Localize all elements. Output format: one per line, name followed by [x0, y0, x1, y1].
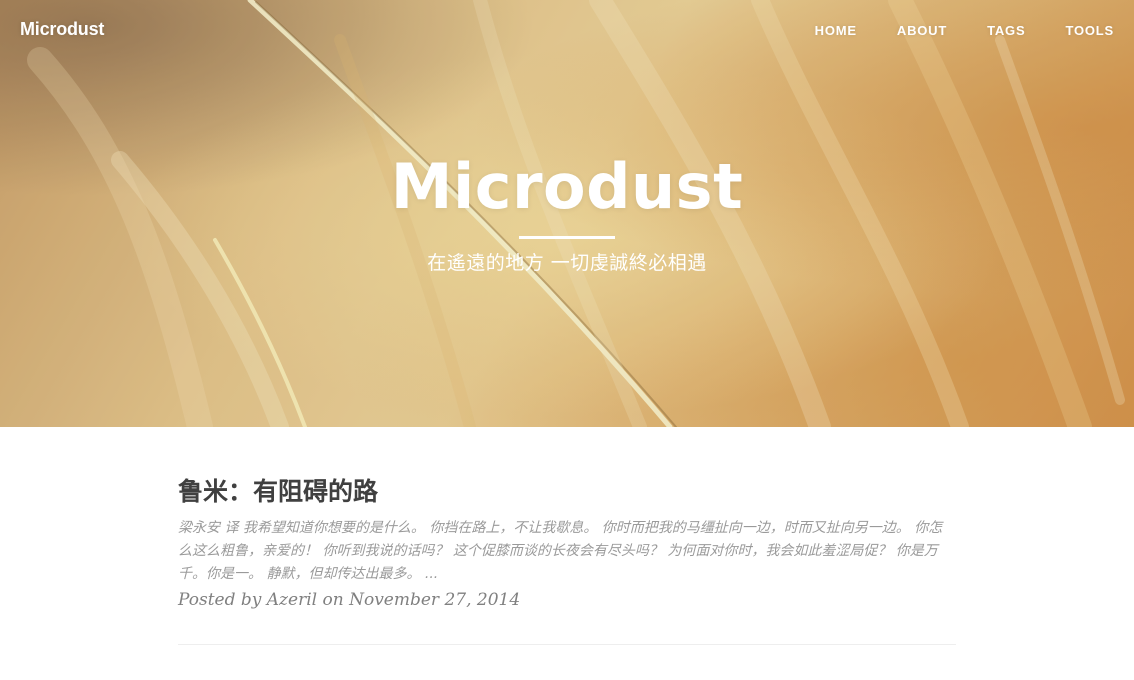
post-title[interactable]: 鲁米：有阻碍的路 [178, 475, 956, 509]
post-preview: 鲁米：有阻碍的路 梁永安 译 我希望知道你想要的是什么。 你挡在路上，不让我歇息… [178, 475, 956, 610]
nav-item-tags: TAGS [987, 22, 1025, 40]
post-meta-prefix: Posted by [178, 590, 262, 610]
nav-item-home: HOME [815, 22, 857, 40]
nav-link-home[interactable]: HOME [815, 23, 857, 38]
brand-link[interactable]: Microdust [20, 19, 104, 40]
post-meta: Posted by Azeril on November 27, 2014 [178, 590, 956, 610]
nav-menu: HOME ABOUT TAGS TOOLS [795, 22, 1134, 40]
site-heading: Microdust 在遙遠的地方 一切虔誠終必相遇 [0, 148, 1134, 275]
post-author-link[interactable]: Azeril [267, 590, 317, 610]
nav-link-tags[interactable]: TAGS [987, 23, 1025, 38]
nav-link-about[interactable]: ABOUT [897, 23, 947, 38]
nav-item-about: ABOUT [897, 22, 947, 40]
site-title: Microdust [390, 150, 744, 223]
post-divider [178, 644, 956, 645]
post-list: 鲁米：有阻碍的路 梁永安 译 我希望知道你想要的是什么。 你挡在路上，不让我歇息… [178, 427, 956, 645]
post-date: November 27, 2014 [349, 590, 521, 610]
post-link[interactable]: 鲁米：有阻碍的路 梁永安 译 我希望知道你想要的是什么。 你挡在路上，不让我歇息… [178, 475, 956, 586]
post-excerpt: 梁永安 译 我希望知道你想要的是什么。 你挡在路上，不让我歇息。 你时而把我的马… [178, 520, 943, 582]
top-navbar: Microdust HOME ABOUT TAGS TOOLS [0, 0, 1134, 60]
intro-header: Microdust HOME ABOUT TAGS TOOLS Microdus… [0, 0, 1134, 427]
post-meta-on: on [322, 590, 344, 610]
title-divider [519, 236, 615, 239]
nav-item-tools: TOOLS [1065, 22, 1114, 40]
site-subtitle: 在遙遠的地方 一切虔誠終必相遇 [427, 252, 707, 274]
nav-link-tools[interactable]: TOOLS [1065, 23, 1114, 38]
